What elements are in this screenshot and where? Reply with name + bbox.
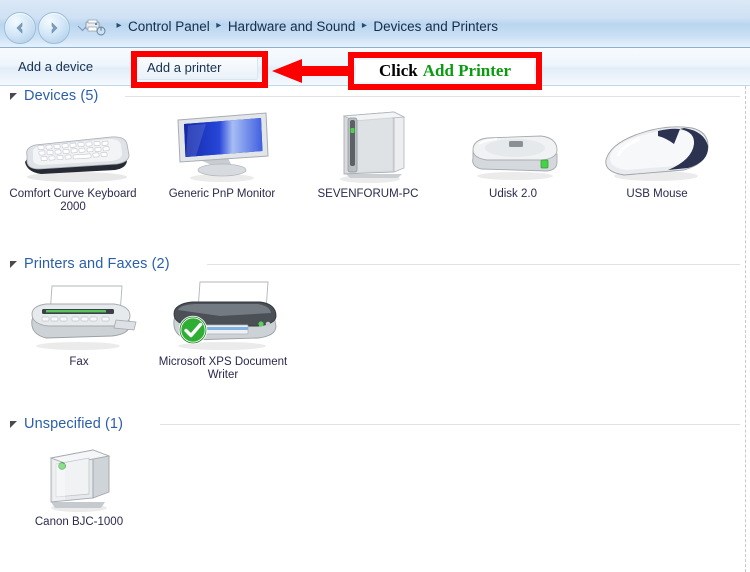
breadcrumb-item-hardware-and-sound[interactable]: Hardware and Sound: [226, 19, 358, 34]
usb-drive-icon: [448, 108, 578, 184]
generic-device-icon: [14, 436, 144, 512]
fax-icon: [14, 276, 144, 352]
breadcrumb-separator: ▸: [116, 19, 122, 31]
section-title-devices: Devices (5): [24, 88, 99, 104]
breadcrumb-item-devices-and-printers[interactable]: Devices and Printers: [371, 19, 500, 34]
vertical-scrollbar[interactable]: [745, 86, 746, 572]
desktop-computer-icon: [303, 108, 433, 184]
printer-icon: [158, 276, 288, 352]
printer-tile-microsoft-xps-document-writer[interactable]: Microsoft XPS Document Writer: [158, 276, 288, 382]
section-header-devices[interactable]: Devices (5): [8, 86, 98, 106]
section-divider-devices: [125, 96, 740, 97]
device-label: Udisk 2.0: [489, 188, 537, 200]
breadcrumb-item-control-panel[interactable]: Control Panel: [126, 19, 212, 34]
forward-button[interactable]: [38, 12, 70, 44]
left-arrow-annotation-icon: [270, 58, 350, 84]
navigation-buttons: [4, 12, 88, 44]
section-header-printers-and-faxes[interactable]: Printers and Faxes (2): [8, 254, 170, 274]
device-tile-generic-pnp-monitor[interactable]: Generic PnP Monitor: [157, 108, 287, 201]
add-a-device-button[interactable]: Add a device: [8, 54, 103, 80]
callout-word-click: Click: [378, 61, 418, 80]
breadcrumb: ▸ Control Panel ▸ Hardware and Sound ▸ D…: [112, 14, 500, 38]
section-title-printers-and-faxes: Printers and Faxes (2): [24, 256, 170, 272]
device-tile-usb-mouse[interactable]: USB Mouse: [592, 108, 722, 201]
device-label: USB Mouse: [626, 188, 688, 200]
device-label: SEVENFORUM-PC: [317, 188, 419, 200]
address-bar: ▸ Control Panel ▸ Hardware and Sound ▸ D…: [0, 0, 750, 48]
device-label: Generic PnP Monitor: [168, 188, 276, 200]
device-label: Canon BJC-1000: [34, 516, 124, 528]
device-label: Comfort Curve Keyboard 2000: [9, 188, 137, 213]
add-a-printer-button[interactable]: Add a printer: [136, 54, 258, 80]
device-tile-comfort-curve-keyboard-2000[interactable]: Comfort Curve Keyboard 2000: [8, 108, 138, 214]
mouse-icon: [592, 108, 722, 184]
triangle-expanded-icon[interactable]: [8, 91, 18, 101]
forward-arrow-icon: [46, 20, 62, 36]
section-header-unspecified[interactable]: Unspecified (1): [8, 414, 123, 434]
content-area: Devices (5) Comfort Curve Keyboard 2000 …: [0, 86, 750, 572]
printer-tile-fax[interactable]: Fax: [14, 276, 144, 369]
annotation-callout-text: Click Add Printer: [356, 60, 534, 82]
back-button[interactable]: [4, 12, 36, 44]
devices-and-printers-window: ▸ Control Panel ▸ Hardware and Sound ▸ D…: [0, 0, 750, 572]
keyboard-icon: [8, 108, 138, 184]
printer-label: Fax: [69, 356, 89, 368]
device-tile-udisk-2-0[interactable]: Udisk 2.0: [448, 108, 578, 201]
triangle-expanded-icon[interactable]: [8, 419, 18, 429]
section-divider-printers: [207, 264, 740, 265]
breadcrumb-separator: ▸: [361, 19, 367, 31]
printer-label: Microsoft XPS Document Writer: [158, 356, 288, 381]
callout-word-add-printer: Add Printer: [422, 61, 512, 80]
device-tile-canon-bjc-1000[interactable]: Canon BJC-1000: [14, 436, 144, 529]
monitor-icon: [157, 108, 287, 184]
device-tile-sevenforum-pc[interactable]: SEVENFORUM-PC: [303, 108, 433, 201]
back-arrow-icon: [12, 20, 28, 36]
devices-and-printers-icon: [84, 19, 106, 37]
section-title-unspecified: Unspecified (1): [24, 416, 124, 432]
default-printer-check-icon: [178, 315, 208, 350]
section-divider-unspecified: [160, 424, 740, 425]
breadcrumb-separator: ▸: [216, 19, 222, 31]
triangle-expanded-icon[interactable]: [8, 259, 18, 269]
